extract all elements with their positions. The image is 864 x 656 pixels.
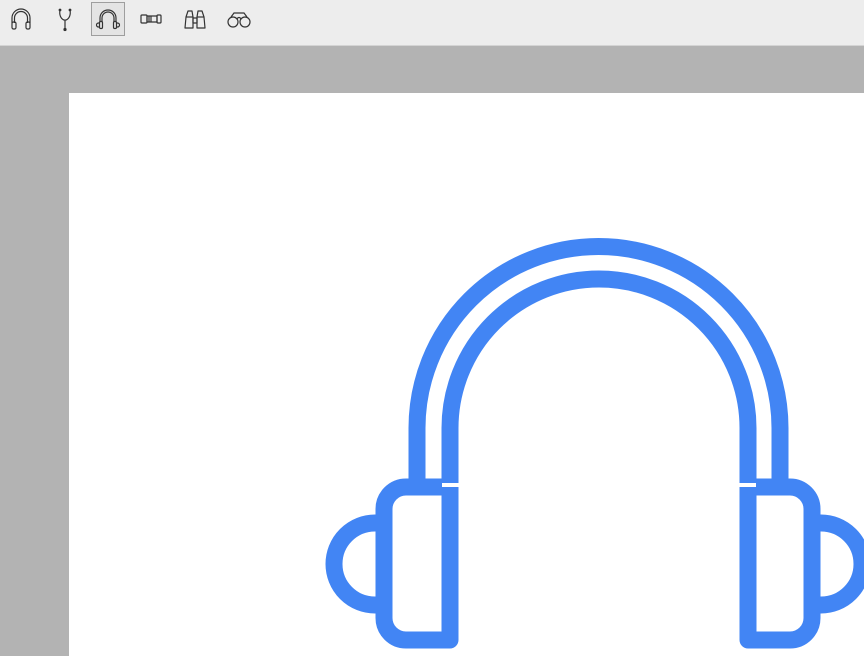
headphones-icon bbox=[8, 6, 34, 32]
monocular-icon bbox=[137, 6, 165, 32]
icon-toolbar bbox=[0, 0, 864, 46]
opera-glasses-icon bbox=[225, 6, 253, 32]
headphones-outline-icon bbox=[325, 238, 864, 649]
headphones-outline-icon bbox=[95, 6, 121, 32]
tool-monocular[interactable] bbox=[134, 2, 168, 36]
stethoscope-icon bbox=[52, 6, 78, 32]
tool-headphones-outline[interactable] bbox=[91, 2, 125, 36]
tool-stethoscope[interactable] bbox=[48, 2, 82, 36]
binoculars-icon bbox=[181, 6, 209, 32]
icon-editor-app bbox=[0, 0, 864, 656]
tool-opera-glasses[interactable] bbox=[222, 2, 256, 36]
tool-headphones[interactable] bbox=[4, 2, 38, 36]
tool-binoculars[interactable] bbox=[178, 2, 212, 36]
workspace bbox=[0, 46, 864, 656]
canvas[interactable] bbox=[69, 93, 864, 656]
